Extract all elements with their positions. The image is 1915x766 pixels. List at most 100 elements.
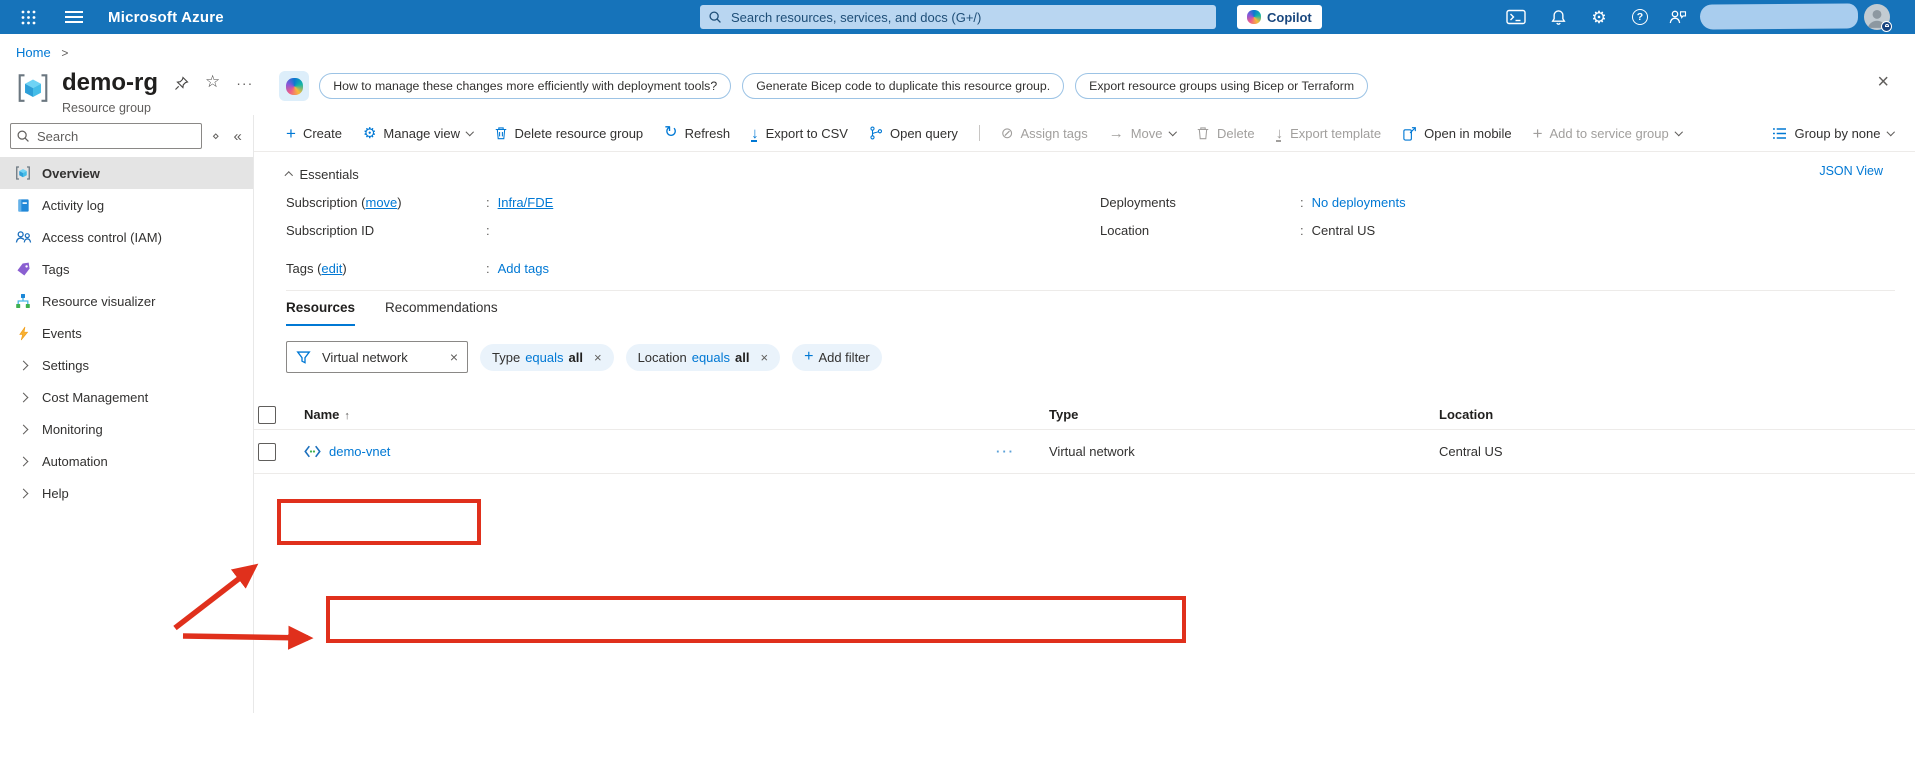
menu-hamburger-icon[interactable] xyxy=(56,0,92,34)
command-bar: + Create ⚙ Manage view Delete resource g… xyxy=(254,115,1915,152)
chevron-down-icon xyxy=(1674,127,1683,136)
sidebar-item-events[interactable]: Events xyxy=(0,317,253,349)
delete-button[interactable]: Delete xyxy=(1196,126,1255,141)
row-checkbox[interactable] xyxy=(258,442,276,461)
global-search-input[interactable] xyxy=(729,8,1208,26)
search-icon xyxy=(17,130,29,142)
suggestion-chip[interactable]: Export resource groups using Bicep or Te… xyxy=(1075,73,1369,99)
blocked-icon: ⊘ xyxy=(1000,124,1014,142)
sidebar-item-activity-log[interactable]: Activity log xyxy=(0,189,253,221)
close-blade-icon[interactable]: × xyxy=(1877,72,1889,92)
breadcrumb-home-link[interactable]: Home xyxy=(16,45,51,60)
filter-search-box[interactable]: × xyxy=(286,341,468,373)
filter-bar: × Type equals all × Location equals all … xyxy=(286,340,1915,374)
clear-filter-icon[interactable]: × xyxy=(450,349,458,365)
more-options-icon[interactable]: ··· xyxy=(236,75,253,91)
filter-search-input[interactable] xyxy=(320,348,441,366)
manage-view-button[interactable]: ⚙ Manage view xyxy=(363,126,474,141)
export-template-button[interactable]: ↓ Export template xyxy=(1275,124,1381,142)
sidebar-item-access-control[interactable]: Access control (IAM) xyxy=(0,221,253,253)
group-by-dropdown[interactable]: Group by none xyxy=(1772,126,1895,141)
sidebar-search[interactable] xyxy=(10,123,202,149)
resource-visualizer-icon xyxy=(14,293,32,309)
plus-icon: + xyxy=(1532,123,1543,143)
chevron-right-icon xyxy=(14,456,32,466)
add-tags-link[interactable]: Add tags xyxy=(498,261,549,276)
branch-icon xyxy=(869,126,883,140)
copilot-suggestions-icon[interactable] xyxy=(279,71,310,101)
edit-tags-link[interactable]: edit xyxy=(321,261,342,276)
remove-filter-icon[interactable]: × xyxy=(594,350,602,365)
move-link[interactable]: move xyxy=(365,195,397,210)
open-in-mobile-button[interactable]: Open in mobile xyxy=(1402,126,1512,141)
delete-resource-group-button[interactable]: Delete resource group xyxy=(494,126,643,141)
suggestion-chip[interactable]: How to manage these changes more efficie… xyxy=(319,73,732,99)
sidebar-item-resource-visualizer[interactable]: Resource visualizer xyxy=(0,285,253,317)
column-header-name[interactable]: Name xyxy=(304,407,339,422)
favorite-star-icon[interactable]: ☆ xyxy=(205,72,220,92)
filter-chip-type[interactable]: Type equals all × xyxy=(480,343,614,371)
suggestion-chip[interactable]: Generate Bicep code to duplicate this re… xyxy=(742,73,1065,99)
table-row[interactable]: demo-vnet ··· Virtual network Central US xyxy=(254,430,1915,474)
copilot-button[interactable]: Copilot xyxy=(1237,5,1322,29)
pin-icon[interactable] xyxy=(174,75,189,91)
refresh-button[interactable]: ↻ Refresh xyxy=(664,125,730,141)
page-subtitle: Resource group xyxy=(62,101,151,115)
add-filter-button[interactable]: + Add filter xyxy=(792,343,882,371)
sidebar-item-help[interactable]: Help xyxy=(0,477,253,509)
resource-link[interactable]: demo-vnet xyxy=(329,444,390,459)
settings-gear-icon[interactable]: ⚙ xyxy=(1582,0,1616,34)
essentials-toggle[interactable]: Essentials xyxy=(284,164,1883,184)
resource-menu-sidebar: ⋄ « Overview Activity log A xyxy=(0,115,254,713)
row-context-menu-icon[interactable]: ··· xyxy=(996,444,1015,459)
chevron-down-icon xyxy=(465,127,474,136)
json-view-link[interactable]: JSON View xyxy=(1819,164,1883,178)
chevron-right-icon xyxy=(14,360,32,370)
app-launcher-icon[interactable] xyxy=(10,0,46,34)
trash-icon xyxy=(1196,126,1210,140)
global-search[interactable] xyxy=(700,5,1216,29)
tab-strip: Resources Recommendations xyxy=(254,291,1915,326)
subscription-link[interactable]: Infra/FDE xyxy=(498,195,554,210)
sidebar-item-overview[interactable]: Overview xyxy=(0,157,253,189)
tab-recommendations[interactable]: Recommendations xyxy=(385,300,498,326)
essentials-field-location: Location : Central US xyxy=(1100,222,1376,238)
sidebar-item-automation[interactable]: Automation xyxy=(0,445,253,477)
events-icon xyxy=(14,326,32,341)
copilot-icon xyxy=(1247,10,1261,24)
export-to-csv-button[interactable]: ↓ Export to CSV xyxy=(751,126,848,142)
sidebar-item-cost-management[interactable]: Cost Management xyxy=(0,381,253,413)
sidebar-item-label: Resource visualizer xyxy=(42,293,156,309)
tab-resources[interactable]: Resources xyxy=(286,300,356,326)
avatar[interactable] xyxy=(1864,4,1892,32)
download-icon: ↓ xyxy=(1275,124,1284,142)
assign-tags-button[interactable]: ⊘ Assign tags xyxy=(1001,126,1088,141)
add-to-service-group-button[interactable]: + Add to service group xyxy=(1532,123,1683,143)
menu-sort-icon[interactable]: ⋄ xyxy=(212,129,220,143)
table-header-row: Name ↑ Type Location xyxy=(254,400,1915,430)
sidebar-item-label: Access control (IAM) xyxy=(42,229,162,245)
notifications-bell-icon[interactable] xyxy=(1541,0,1575,34)
remove-filter-icon[interactable]: × xyxy=(761,350,769,365)
page-header: demo-rg ☆ ··· Resource group How to mana… xyxy=(0,60,1915,115)
filter-chip-location[interactable]: Location equals all × xyxy=(625,343,781,371)
help-icon[interactable]: ? xyxy=(1623,0,1657,34)
sidebar-search-input[interactable] xyxy=(10,123,202,149)
copilot-suggestions: How to manage these changes more efficie… xyxy=(319,73,1369,99)
column-header-location[interactable]: Location xyxy=(1439,407,1915,422)
brand-title[interactable]: Microsoft Azure xyxy=(108,0,224,34)
sidebar-item-label: Monitoring xyxy=(42,421,103,437)
column-header-type[interactable]: Type xyxy=(1049,407,1439,422)
select-all-checkbox[interactable] xyxy=(258,405,276,424)
sidebar-item-settings[interactable]: Settings xyxy=(0,349,253,381)
feedback-icon[interactable] xyxy=(1660,0,1694,34)
sidebar-item-monitoring[interactable]: Monitoring xyxy=(0,413,253,445)
collapse-menu-icon[interactable]: « xyxy=(234,128,242,145)
move-button[interactable]: → Move xyxy=(1109,126,1177,141)
sidebar-item-tags[interactable]: Tags xyxy=(0,253,253,285)
cloud-shell-icon[interactable] xyxy=(1499,0,1533,34)
deployments-link[interactable]: No deployments xyxy=(1312,195,1406,210)
open-query-button[interactable]: Open query xyxy=(869,126,958,141)
create-button[interactable]: + Create xyxy=(286,125,342,142)
filter-funnel-icon xyxy=(296,350,311,364)
